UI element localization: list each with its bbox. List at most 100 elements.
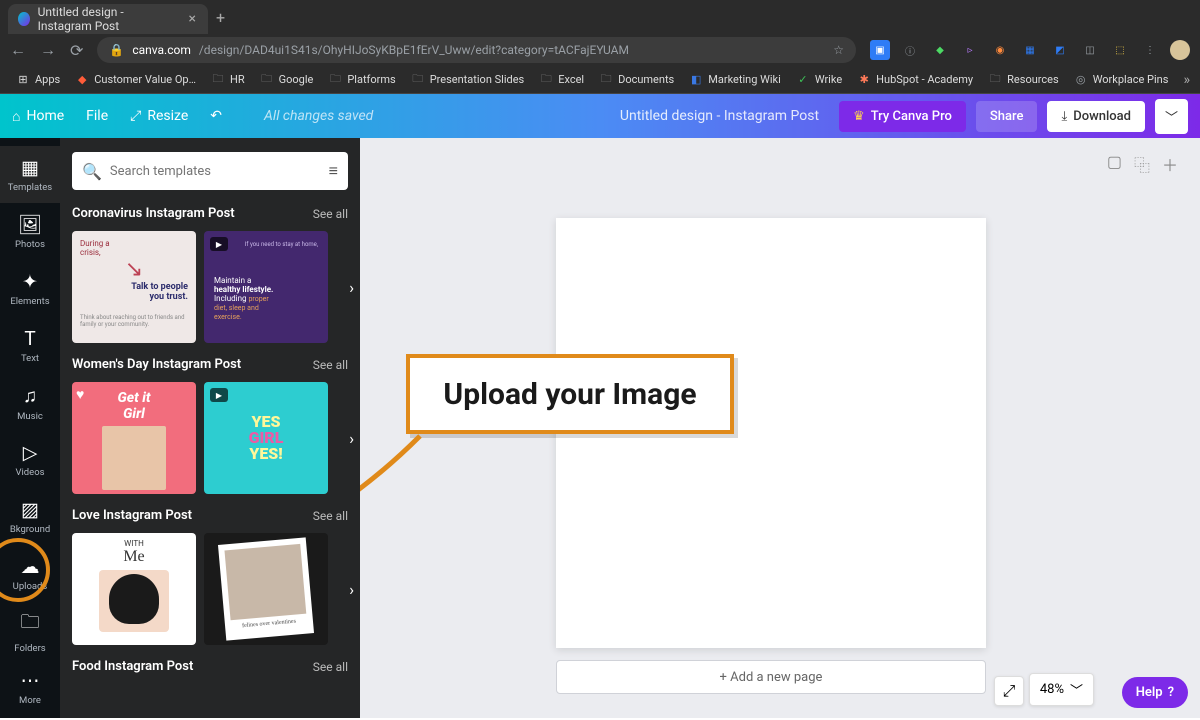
folder-icon: 🗀 <box>328 73 342 87</box>
bookmark-folder[interactable]: 🗀Presentation Slides <box>405 70 531 90</box>
bookmark-item[interactable]: ✱HubSpot - Academy <box>851 70 979 90</box>
bookmark-folder[interactable]: 🗀Documents <box>593 70 680 90</box>
url-field[interactable]: 🔒 canva.com/design/DAD4ui1S41s/OhyHIJoSy… <box>97 37 856 63</box>
bookmark-folder[interactable]: 🗀Resources <box>982 70 1065 90</box>
see-all-link[interactable]: See all <box>313 207 348 221</box>
bookmark-item[interactable]: ◆Customer Value Op… <box>69 70 202 90</box>
bookmark-item[interactable]: ◎Workplace Pins <box>1068 70 1175 90</box>
help-icon: ? <box>1168 685 1174 700</box>
rail-bkground[interactable]: ▨Bkground <box>0 488 60 545</box>
chevron-down-icon: ﹀ <box>1070 680 1083 699</box>
rail-more[interactable]: ⋯More <box>0 659 60 716</box>
lock-icon: 🔒 <box>109 43 124 57</box>
download-button[interactable]: ⤓Download <box>1047 101 1145 132</box>
tab-title: Untitled design - Instagram Post <box>38 5 179 33</box>
back-icon[interactable]: ← <box>10 40 26 60</box>
site-icon: ✓ <box>796 73 810 87</box>
rail-uploads[interactable]: ☁Uploads <box>0 545 60 602</box>
ext-icon[interactable]: ▦ <box>1020 40 1040 60</box>
reload-icon[interactable]: ⟳ <box>70 41 83 60</box>
app-toolbar: ⌂Home File ⤢Resize ↶ All changes saved U… <box>0 94 1200 138</box>
next-templates-icon[interactable]: › <box>349 278 354 297</box>
rail-music[interactable]: ♫Music <box>0 374 60 431</box>
apps-button[interactable]: ⊞Apps <box>10 70 66 90</box>
try-pro-button[interactable]: ♛Try Canva Pro <box>839 101 966 132</box>
download-dropdown[interactable]: ﹀ <box>1155 99 1188 134</box>
template-thumb[interactable]: During acrisis, ↘ Talk to peopleyou trus… <box>72 231 196 343</box>
site-icon: ◧ <box>689 73 703 87</box>
bookmark-folder[interactable]: 🗀Platforms <box>322 70 401 90</box>
photo-placeholder <box>224 544 306 620</box>
ext-icon[interactable]: ◫ <box>1080 40 1100 60</box>
add-new-page-button[interactable]: + Add a new page <box>556 660 986 694</box>
template-thumb[interactable]: ♥ Get itGirl <box>72 382 196 494</box>
bookmark-item[interactable]: ◧Marketing Wiki <box>683 70 787 90</box>
arrow-icon: ↘ <box>80 257 188 282</box>
rail-photos[interactable]: 🖼Photos <box>0 203 60 260</box>
new-tab-button[interactable]: + <box>216 8 225 27</box>
zoom-control[interactable]: 48%﹀ <box>1029 673 1094 706</box>
fullscreen-toggle[interactable]: ⤢ <box>994 676 1024 706</box>
see-all-link[interactable]: See all <box>313 509 348 523</box>
add-page-icon[interactable]: ＋ <box>1162 152 1178 176</box>
notes-icon[interactable]: ▢ <box>1107 152 1122 176</box>
star-icon[interactable]: ☆ <box>833 43 844 57</box>
bookmark-item[interactable]: ✓Wrike <box>790 70 848 90</box>
bookmark-folder[interactable]: 🗀Google <box>254 70 320 90</box>
video-badge-icon: ▶ <box>210 388 228 402</box>
filter-icon[interactable]: ≡ <box>329 161 338 181</box>
browser-tab[interactable]: Untitled design - Instagram Post × <box>8 4 208 34</box>
avatar[interactable] <box>1170 40 1190 60</box>
document-title[interactable]: Untitled design - Instagram Post <box>620 108 819 124</box>
photos-icon: 🖼 <box>18 213 42 236</box>
template-thumb[interactable]: ▶ If you need to stay at home, Maintain … <box>204 231 328 343</box>
apps-icon: ⊞ <box>16 73 30 87</box>
tool-rail: ▦Templates 🖼Photos ✦Elements TText ♫Musi… <box>0 138 60 718</box>
duplicate-page-icon[interactable]: ⿻ <box>1134 152 1150 176</box>
rail-templates[interactable]: ▦Templates <box>0 146 60 203</box>
background-icon: ▨ <box>21 498 39 521</box>
templates-icon: ▦ <box>21 156 39 179</box>
rail-text[interactable]: TText <box>0 317 60 374</box>
search-input[interactable] <box>110 164 329 179</box>
resize-button[interactable]: ⤢Resize <box>130 108 188 124</box>
uploads-icon: ☁ <box>21 555 40 578</box>
ext-icon[interactable]: ⬚ <box>1110 40 1130 60</box>
bookmark-folder[interactable]: 🗀Excel <box>533 70 590 90</box>
ext-icon[interactable]: ▹ <box>960 40 980 60</box>
see-all-link[interactable]: See all <box>313 660 348 674</box>
more-icon: ⋯ <box>21 669 40 692</box>
undo-button[interactable]: ↶ <box>210 108 222 124</box>
forward-icon[interactable]: → <box>40 40 56 60</box>
browser-url-bar: ← → ⟳ 🔒 canva.com/design/DAD4ui1S41s/Ohy… <box>0 34 1200 66</box>
search-templates[interactable]: 🔍 ≡ <box>72 152 348 190</box>
next-templates-icon[interactable]: › <box>349 429 354 448</box>
next-templates-icon[interactable]: › <box>349 580 354 599</box>
url-domain: canva.com <box>132 43 191 57</box>
canvas-tools: ▢ ⿻ ＋ <box>1107 152 1178 176</box>
category-title: Love Instagram Post <box>72 508 192 523</box>
bookmark-folder[interactable]: 🗀HR <box>205 70 251 90</box>
ext-icon[interactable]: ◩ <box>1050 40 1070 60</box>
ext-icon[interactable]: ▣ <box>870 40 890 60</box>
template-thumb[interactable]: felines over valentines <box>204 533 328 645</box>
share-button[interactable]: Share <box>976 101 1038 132</box>
home-button[interactable]: ⌂Home <box>12 108 64 125</box>
template-thumb[interactable]: WITH Me ♥ <box>72 533 196 645</box>
template-thumb[interactable]: ▶ YESGIRLYES! <box>204 382 328 494</box>
ext-icon[interactable]: ◆ <box>930 40 950 60</box>
see-all-link[interactable]: See all <box>313 358 348 372</box>
ext-icon[interactable]: ⋮ <box>1140 40 1160 60</box>
video-badge-icon: ▶ <box>210 237 228 251</box>
ext-icon[interactable]: ◉ <box>990 40 1010 60</box>
text-icon: T <box>24 327 35 350</box>
rail-folders[interactable]: 🗀Folders <box>0 602 60 659</box>
file-menu[interactable]: File <box>86 108 108 124</box>
close-tab-icon[interactable]: × <box>186 12 198 26</box>
rail-elements[interactable]: ✦Elements <box>0 260 60 317</box>
rail-videos[interactable]: ▷Videos <box>0 431 60 488</box>
ext-icon[interactable]: ⓘ <box>900 40 920 60</box>
help-button[interactable]: Help? <box>1122 677 1188 708</box>
save-status: All changes saved <box>264 108 373 124</box>
bookmarks-overflow[interactable]: » <box>1183 72 1190 88</box>
